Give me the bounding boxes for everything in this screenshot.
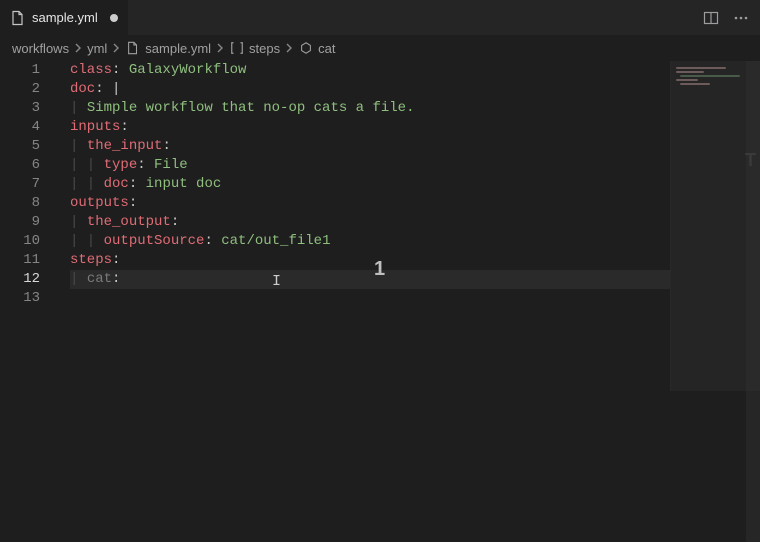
editor-tab[interactable]: sample.yml	[0, 0, 128, 35]
line-number: 4	[0, 118, 40, 137]
breadcrumb-workflows[interactable]: workflows	[12, 41, 69, 56]
dirty-indicator-icon	[110, 14, 118, 22]
chevron-right-icon	[215, 43, 225, 53]
code-line[interactable]	[70, 289, 760, 308]
symbol-icon	[298, 40, 314, 56]
code-line[interactable]: | | outputSource: cat/out_file1	[70, 232, 760, 251]
code-line[interactable]: doc: |	[70, 80, 760, 99]
line-number-gutter: 12345678910111213	[0, 61, 50, 542]
breadcrumb-cat[interactable]: cat	[298, 40, 335, 56]
tab-bar: sample.yml	[0, 0, 760, 35]
line-number: 6	[0, 156, 40, 175]
file-icon	[10, 10, 26, 26]
breadcrumb-file[interactable]: sample.yml	[125, 40, 211, 56]
split-editor-icon[interactable]	[700, 7, 722, 29]
chevron-right-icon	[111, 43, 121, 53]
line-number: 3	[0, 99, 40, 118]
line-number: 7	[0, 175, 40, 194]
line-number: 8	[0, 194, 40, 213]
array-icon	[229, 40, 245, 56]
code-line[interactable]: | | doc: input doc	[70, 175, 760, 194]
file-icon	[125, 40, 141, 56]
line-number: 1	[0, 61, 40, 80]
breadcrumb-steps[interactable]: steps	[229, 40, 280, 56]
chevron-right-icon	[73, 43, 83, 53]
breadcrumb: workflows yml sample.yml steps cat	[0, 35, 760, 61]
line-number: 9	[0, 213, 40, 232]
tab-filename: sample.yml	[32, 10, 98, 25]
code-line[interactable]: class: GalaxyWorkflow	[70, 61, 760, 80]
code-line[interactable]: inputs:	[70, 118, 760, 137]
breadcrumb-yml[interactable]: yml	[87, 41, 107, 56]
line-number: 10	[0, 232, 40, 251]
line-number: 11	[0, 251, 40, 270]
code-line[interactable]: | | type: File	[70, 156, 760, 175]
chevron-right-icon	[284, 43, 294, 53]
code-editor[interactable]: 12345678910111213 I class: GalaxyWorkflo…	[0, 61, 760, 542]
line-number: 13	[0, 289, 40, 308]
line-number: 2	[0, 80, 40, 99]
tab-actions	[700, 7, 760, 29]
vertical-scrollbar[interactable]	[746, 61, 760, 542]
code-line[interactable]: | the_output:	[70, 213, 760, 232]
line-number: 5	[0, 137, 40, 156]
code-area[interactable]: I class: GalaxyWorkflowdoc: || Simple wo…	[50, 61, 760, 542]
line-number: 12	[0, 270, 40, 289]
code-line[interactable]: | the_input:	[70, 137, 760, 156]
code-line[interactable]: steps:	[70, 251, 760, 270]
code-line[interactable]: | cat:	[70, 270, 760, 289]
more-actions-icon[interactable]	[730, 7, 752, 29]
code-line[interactable]: | Simple workflow that no-op cats a file…	[70, 99, 760, 118]
code-line[interactable]: outputs:	[70, 194, 760, 213]
